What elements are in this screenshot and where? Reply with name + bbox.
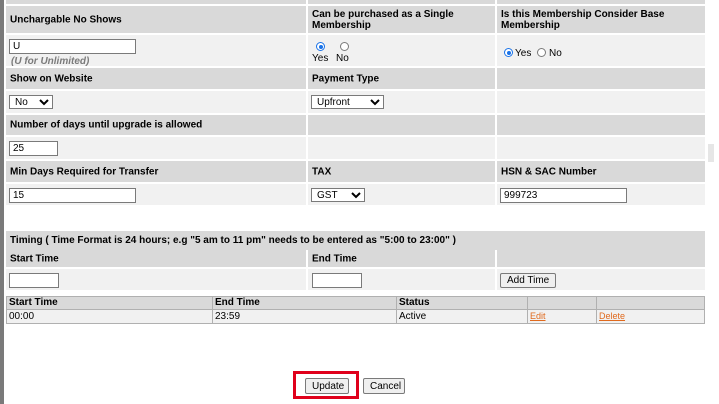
delete-link[interactable]: Delete (599, 311, 625, 321)
base-no-label: No (549, 48, 562, 59)
single-no-label: No (336, 53, 349, 64)
membership-form: Unchargable No Shows Can be purchased as… (6, 0, 705, 207)
days-until-upgrade-label: Number of days until upgrade is allowed (6, 115, 308, 137)
add-time-button[interactable]: Add Time (500, 273, 557, 288)
row-start-time: 00:00 (6, 309, 213, 324)
row-end-time: 23:59 (212, 309, 397, 324)
cancel-button[interactable]: Cancel (363, 378, 405, 394)
single-membership-label: Can be purchased as a Single Membership (308, 6, 497, 35)
unchargable-no-shows-label: Unchargable No Shows (6, 6, 308, 35)
show-on-website-label: Show on Website (6, 68, 308, 91)
row-status: Active (396, 309, 528, 324)
start-time-column-header: Start Time (6, 296, 213, 310)
table-row: 00:00 23:59 Active Edit Delete (6, 309, 705, 324)
single-yes-radio[interactable] (316, 42, 325, 51)
status-column-header: Status (396, 296, 528, 310)
single-yes-label: Yes (312, 53, 329, 64)
hsn-sac-input[interactable] (500, 188, 627, 203)
single-no-radio[interactable] (340, 42, 349, 51)
timing-form: Start Time End Time Add Time (6, 250, 705, 292)
min-days-transfer-input[interactable] (9, 188, 136, 203)
show-on-website-select[interactable]: No (9, 95, 53, 109)
delete-column-header (596, 296, 705, 310)
edit-column-header (527, 296, 597, 310)
timing-table: Start Time End Time Status 00:00 23:59 A… (6, 296, 705, 324)
tax-label: TAX (308, 161, 497, 184)
days-until-upgrade-input[interactable] (9, 141, 58, 156)
start-time-label: Start Time (6, 250, 308, 269)
unlimited-hint: (U for Unlimited) (11, 56, 90, 67)
end-time-column-header: End Time (212, 296, 397, 310)
end-time-input[interactable] (312, 273, 362, 288)
base-yes-label: Yes (515, 48, 532, 59)
hsn-sac-label: HSN & SAC Number (497, 161, 705, 184)
min-days-transfer-label: Min Days Required for Transfer (6, 161, 308, 184)
timing-section-title: Timing ( Time Format is 24 hours; e.g "5… (6, 231, 705, 250)
base-no-radio[interactable] (537, 48, 546, 57)
payment-type-label: Payment Type (308, 68, 497, 91)
timing-table-header: Start Time End Time Status (6, 296, 705, 310)
update-button[interactable]: Update (305, 378, 349, 394)
end-time-label: End Time (308, 250, 497, 269)
left-border (0, 0, 4, 404)
base-yes-radio[interactable] (504, 48, 513, 57)
payment-type-select[interactable]: Upfront (311, 95, 384, 109)
scroll-marker (708, 144, 714, 162)
start-time-input[interactable] (9, 273, 59, 288)
unchargable-no-shows-input[interactable] (9, 39, 136, 54)
base-membership-label: Is this Membership Consider Base Members… (497, 6, 705, 35)
edit-link[interactable]: Edit (530, 311, 546, 321)
tax-select[interactable]: GST (311, 188, 365, 202)
